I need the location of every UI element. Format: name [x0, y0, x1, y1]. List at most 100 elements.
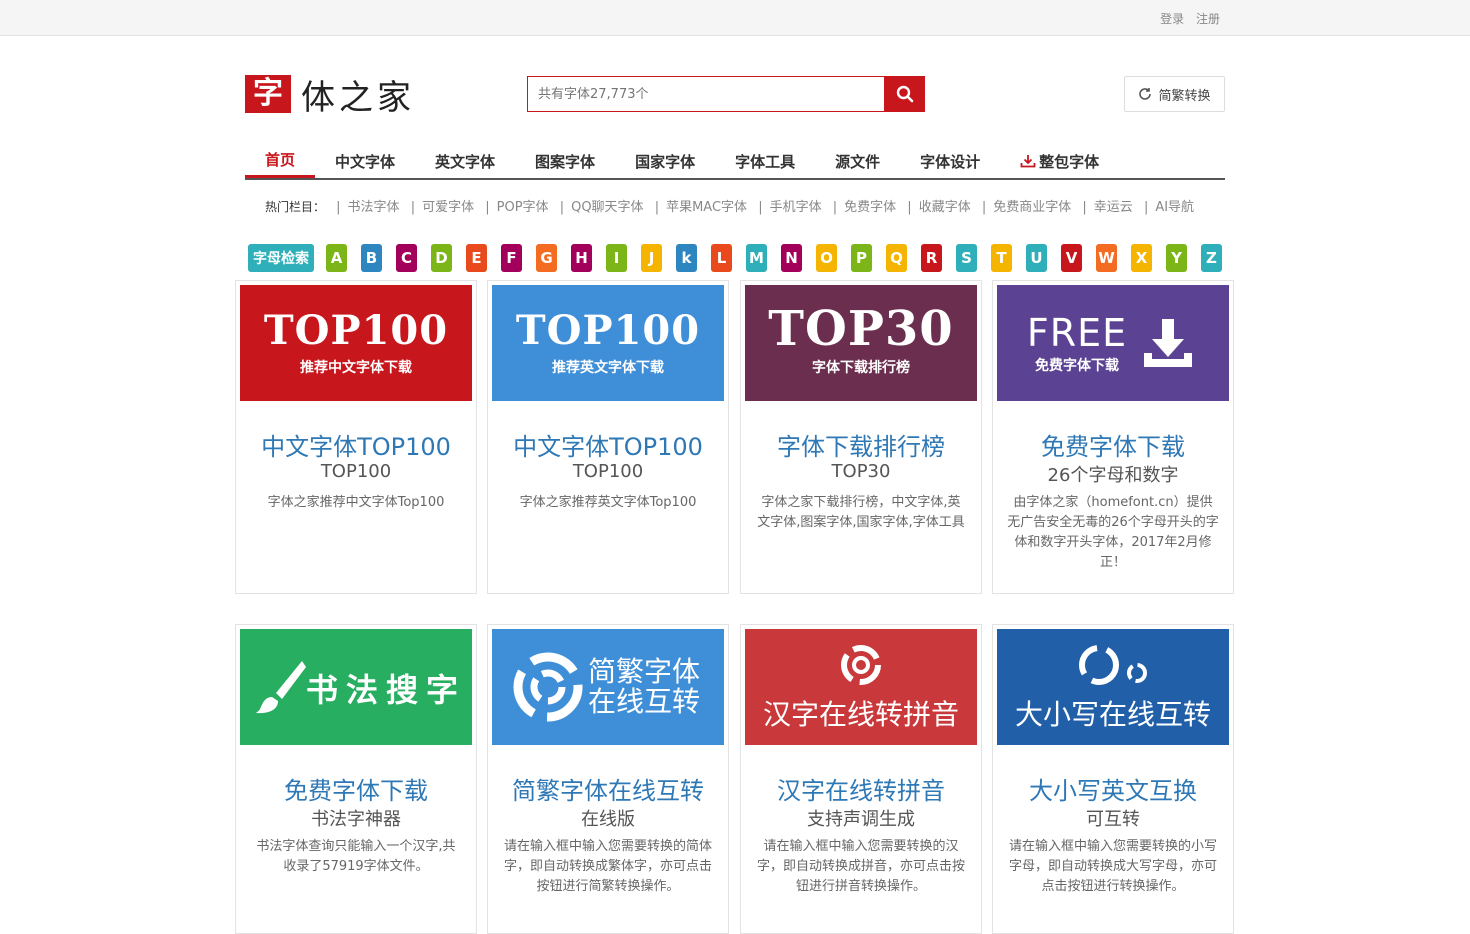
nav-pattern-fonts[interactable]: 图案字体 [515, 144, 615, 178]
hot-link[interactable]: 幸运云 [1094, 200, 1133, 215]
banner-title: 汉字在线转拼音 [762, 698, 959, 731]
card-download-ranking[interactable]: TOP30 字体下载排行榜 字体下载排行榜 TOP30 字体之家下载排行榜，中文… [740, 280, 982, 594]
alphabet-index-label: 字母检索 [248, 244, 314, 272]
alphabet-key[interactable]: C [396, 244, 417, 272]
login-link[interactable]: 登录 [1160, 12, 1184, 26]
banner-subtitle: 字体下载排行榜 [812, 360, 910, 376]
nav-bundle-label: 整包字体 [1039, 152, 1100, 171]
alphabet-key[interactable]: D [431, 244, 452, 272]
card-pinyin-convert[interactable]: 汉字在线转拼音 汉字在线转拼音 支持声调生成 请在输入框中输入您需要转换的汉字，… [740, 624, 982, 934]
nav-bundle-fonts[interactable]: 整包字体 [1000, 144, 1119, 178]
download-icon [1020, 155, 1036, 168]
top-bar: 登录 注册 [0, 0, 1470, 36]
alphabet-key[interactable]: Q [886, 244, 907, 272]
card-simplified-traditional[interactable]: 简繁字体 在线互转 简繁字体在线互转 在线版 请在输入框中输入您需要转换的简体字… [487, 624, 729, 934]
alphabet-key[interactable]: T [991, 244, 1012, 272]
alphabet-key[interactable]: P [851, 244, 872, 272]
nav-chinese-fonts[interactable]: 中文字体 [315, 144, 415, 178]
hot-link[interactable]: 手机字体 [770, 200, 822, 215]
card-banner: 汉字在线转拼音 [745, 629, 977, 745]
hot-link[interactable]: 书法字体 [348, 200, 400, 215]
account-links: 登录 注册 [1152, 10, 1220, 27]
refresh-icon [1139, 88, 1152, 100]
logo-text: 体之家 [301, 77, 415, 118]
banner-title: 书法搜字 [306, 671, 467, 709]
card-banner: 大小写在线互转 [997, 629, 1229, 745]
alphabet-key[interactable]: I [606, 244, 627, 272]
convert-icon [841, 645, 881, 685]
site-logo[interactable]: 字 体之家 [245, 74, 415, 118]
card-title: 简繁字体在线互转 [512, 777, 704, 805]
alphabet-key[interactable]: E [466, 244, 487, 272]
card-subtitle: 书法字神器 [311, 809, 401, 830]
card-description: 字体之家推荐中文字体Top100 [267, 495, 445, 510]
search-button[interactable] [884, 76, 925, 112]
alphabet-key[interactable]: L [711, 244, 732, 272]
brush-icon [256, 661, 306, 714]
alphabet-key[interactable]: Y [1166, 244, 1187, 272]
convert-icon [1079, 645, 1147, 685]
hot-link[interactable]: POP字体 [497, 200, 549, 215]
register-link[interactable]: 注册 [1196, 12, 1220, 26]
card-free-download[interactable]: FREE 免费字体下载 免费字体下载 26个字母和数字 由字体之家（homefo… [992, 280, 1234, 594]
alphabet-key[interactable]: W [1096, 244, 1117, 272]
card-subtitle: 可互转 [1086, 809, 1140, 830]
hot-link[interactable]: AI导航 [1155, 200, 1194, 215]
alphabet-key[interactable]: G [536, 244, 557, 272]
nav-source-files[interactable]: 源文件 [815, 144, 900, 178]
alphabet-key[interactable]: M [746, 244, 767, 272]
search-bar [527, 76, 925, 112]
hot-link[interactable]: 收藏字体 [919, 200, 971, 215]
convert-button[interactable]: 简繁转换 [1124, 76, 1225, 112]
nav-home[interactable]: 首页 [245, 144, 316, 178]
card-english-top100[interactable]: TOP100 推荐英文字体下载 中文字体TOP100 TOP100 字体之家推荐… [487, 280, 729, 594]
card-banner: TOP100 推荐英文字体下载 [492, 285, 724, 401]
nav-english-fonts[interactable]: 英文字体 [415, 144, 515, 178]
alphabet-key[interactable]: U [1026, 244, 1047, 272]
alphabet-key[interactable]: H [571, 244, 592, 272]
alphabet-key[interactable]: S [956, 244, 977, 272]
nav-country-fonts[interactable]: 国家字体 [615, 144, 715, 178]
card-chinese-top100[interactable]: TOP100 推荐中文字体下载 中文字体TOP100 TOP100 字体之家推荐… [235, 280, 477, 594]
hot-link[interactable]: 苹果MAC字体 [666, 200, 747, 215]
alphabet-key[interactable]: J [641, 244, 662, 272]
banner-title: TOP30 [768, 301, 954, 357]
nav-font-design[interactable]: 字体设计 [900, 144, 1000, 178]
convert-icon [513, 652, 583, 722]
convert-label: 简繁转换 [1158, 88, 1211, 104]
card-subtitle: TOP100 [320, 461, 392, 482]
hot-link[interactable]: 免费字体 [844, 200, 896, 215]
alphabet-index: 字母检索 ABCDEFGHIJkLMNOPQRSTUVWXYZ [248, 244, 1236, 272]
hot-link[interactable]: QQ聊天字体 [571, 200, 643, 215]
alphabet-key[interactable]: Z [1201, 244, 1222, 272]
card-banner: 简繁字体 在线互转 [492, 629, 724, 745]
alphabet-key[interactable]: N [781, 244, 802, 272]
card-banner: TOP30 字体下载排行榜 [745, 285, 977, 401]
nav-font-tools[interactable]: 字体工具 [715, 144, 815, 178]
banner-title: 简繁字体 [588, 655, 701, 688]
banner-title: 大小写在线互转 [1014, 698, 1211, 731]
hot-link[interactable]: 可爱字体 [422, 200, 474, 215]
alphabet-key[interactable]: V [1061, 244, 1082, 272]
card-banner: TOP100 推荐中文字体下载 [240, 285, 472, 401]
alphabet-key[interactable]: R [921, 244, 942, 272]
alphabet-key[interactable]: A [326, 244, 347, 272]
card-subtitle: TOP30 [831, 461, 891, 482]
alphabet-key[interactable]: k [676, 244, 697, 272]
card-description: 由字体之家（homefont.cn）提供无广告安全无毒的26个字母开头的字体和数… [1007, 495, 1219, 570]
card-title: 字体下载排行榜 [777, 433, 945, 461]
card-case-convert[interactable]: 大小写在线互转 大小写英文互换 可互转 请在输入框中输入您需要转换的小写字母，即… [992, 624, 1234, 934]
banner-title: TOP100 [515, 307, 701, 354]
alphabet-key[interactable]: F [501, 244, 522, 272]
card-description: 请在输入框中输入您需要转换的小写字母，即自动转换成大写字母，亦可点击按钮进行转换… [1008, 839, 1217, 894]
alphabet-key[interactable]: B [361, 244, 382, 272]
search-input[interactable] [527, 76, 884, 112]
alphabet-key[interactable]: X [1131, 244, 1152, 272]
card-calligraphy-search[interactable]: 书法搜字 免费字体下载 书法字神器 书法字体查询只能输入一个汉字,共收录了579… [235, 624, 477, 934]
card-title: 中文字体TOP100 [261, 433, 451, 461]
card-banner: 书法搜字 [240, 629, 472, 745]
download-icon [1144, 319, 1192, 367]
card-description: 请在输入框中输入您需要转换的汉字，即自动转换成拼音，亦可点击按钮进行拼音转换操作… [756, 839, 965, 894]
hot-link[interactable]: 免费商业字体 [993, 200, 1071, 215]
alphabet-key[interactable]: O [816, 244, 837, 272]
